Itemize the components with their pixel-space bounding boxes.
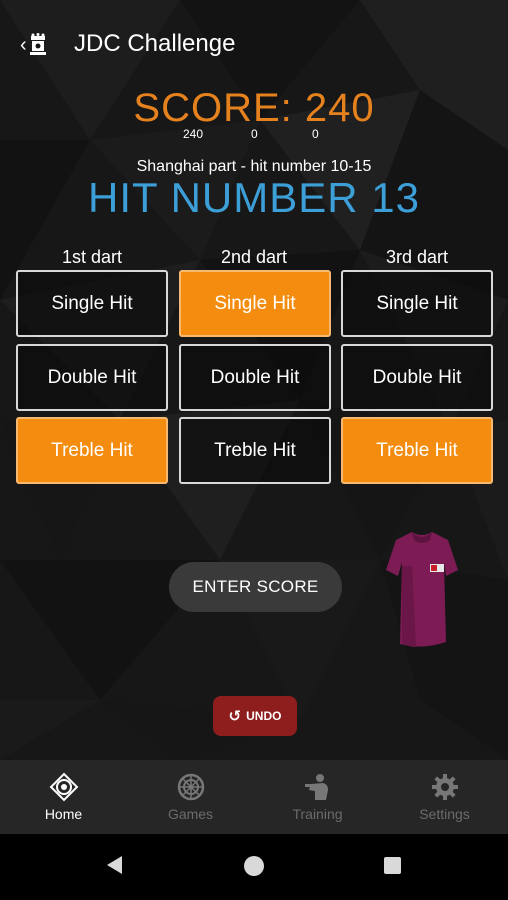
system-home-icon[interactable] — [244, 856, 264, 876]
total-score: SCORE: 240 — [133, 86, 375, 130]
dart-1-single-button[interactable]: Single Hit — [16, 270, 168, 337]
system-recents-icon[interactable] — [384, 857, 401, 874]
nav-settings[interactable]: Settings — [381, 760, 508, 834]
nav-home-label: Home — [44, 806, 83, 822]
dart-1-score: 240 — [183, 127, 204, 141]
dart-3-double-button[interactable]: Double Hit — [341, 344, 493, 411]
nav-training-label: Training — [292, 806, 343, 822]
dart-2-score: 0 — [251, 127, 258, 141]
app-screen: ‹ JDC Challenge SCORE: 240 240 0 0 Shang… — [0, 0, 508, 900]
dartboard-icon — [176, 772, 206, 802]
undo-icon: ↺ — [228, 708, 242, 725]
system-navigation-bar — [0, 834, 508, 900]
back-arrow-icon: ‹ — [20, 34, 27, 56]
back-button[interactable]: ‹ — [20, 30, 60, 60]
dart-3-score: 0 — [312, 127, 319, 141]
nav-games[interactable]: Games — [127, 760, 254, 834]
training-icon — [303, 772, 333, 802]
dart-3-heading: 3rd dart — [385, 247, 449, 267]
app-bar: ‹ JDC Challenge — [0, 0, 508, 88]
undo-button[interactable]: ↺ UNDO — [213, 696, 297, 736]
target-number: HIT NUMBER 13 — [88, 174, 420, 221]
nav-games-label: Games — [167, 806, 214, 822]
nav-settings-label: Settings — [419, 806, 470, 822]
bottom-navigation: Home Games Training Settings — [0, 760, 508, 834]
dart-1-heading: 1st dart — [61, 247, 123, 267]
dart-1-double-button[interactable]: Double Hit — [16, 344, 168, 411]
undo-label: UNDO — [246, 709, 282, 723]
dart-2-treble-button[interactable]: Treble Hit — [179, 417, 331, 484]
dart-2-double-button[interactable]: Double Hit — [179, 344, 331, 411]
gear-icon — [430, 772, 460, 802]
dartboard-target-icon — [49, 772, 79, 802]
jdc-logo-icon — [29, 33, 46, 55]
nav-home[interactable]: Home — [0, 760, 127, 834]
dart-1-treble-button[interactable]: Treble Hit — [16, 417, 168, 484]
shirt-icon — [386, 532, 458, 647]
system-back-icon[interactable] — [104, 854, 124, 876]
dart-3-treble-button[interactable]: Treble Hit — [341, 417, 493, 484]
app-title: JDC Challenge — [74, 30, 236, 57]
dart-3-single-button[interactable]: Single Hit — [341, 270, 493, 337]
dart-2-single-button[interactable]: Single Hit — [179, 270, 331, 337]
enter-score-button[interactable]: ENTER SCORE — [169, 562, 342, 612]
nav-training[interactable]: Training — [254, 760, 381, 834]
dart-scores: 240 0 0 — [0, 127, 508, 143]
dart-2-heading: 2nd dart — [220, 247, 288, 267]
